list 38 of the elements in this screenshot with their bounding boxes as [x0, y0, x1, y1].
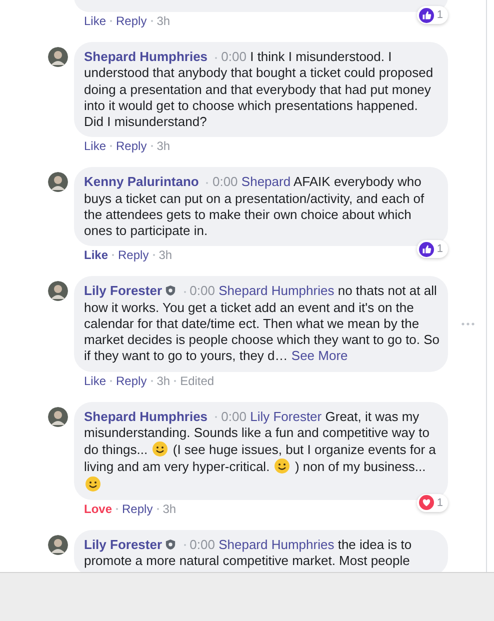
- thumbs-up-icon: [418, 8, 434, 22]
- author-link[interactable]: Shepard Humphries: [84, 408, 208, 424]
- reply-link[interactable]: Reply: [116, 139, 147, 154]
- comment-text: Lily Forester 0:00 Shepard Humphries no thats not at all how it works. You get a ticket add an event and it's on the calendar for that date/time ect. Then what we mean by the market decides is people choose which they want to go to. So if they want to go to yours, they d… See More: [84, 283, 440, 364]
- comment-text: Shepard Humphries 0:00 Lily Forester Great, it was my misunderstanding. Sounds like a fun and competitive way to do things... (I see huge issues, but I organize events for a living and am very hyper-critical. ) non of my business...: [84, 408, 440, 493]
- mention-link[interactable]: Shepard: [241, 174, 291, 190]
- comment-text: Lily Forester 0:00 Shepard Humphries the idea is to promote a more natural competitive market. Most people: [84, 536, 413, 570]
- reaction-count: 1: [436, 496, 443, 509]
- smiley-icon: [85, 476, 101, 492]
- like-link[interactable]: Like: [84, 374, 106, 388]
- avatar[interactable]: [48, 172, 68, 192]
- avatar[interactable]: [48, 534, 68, 555]
- comment-text: Kenny Palurintano 0:00 Shepard AFAIK everybody who buys a ticket can put on a presentation/activity, and each of the attendees gets to make their own choice about which ones to participate in.: [84, 174, 426, 240]
- reaction-count: 1: [436, 243, 443, 256]
- like-link[interactable]: Like: [84, 139, 106, 154]
- mention-link[interactable]: Shepard Humphries: [218, 283, 334, 298]
- mention-link[interactable]: Shepard Humphries: [218, 536, 334, 552]
- reaction-count: 1: [436, 9, 443, 21]
- author-link[interactable]: Shepard Humphries: [84, 49, 208, 64]
- thumbs-up-icon: [418, 242, 434, 257]
- like-link[interactable]: Like: [84, 248, 108, 262]
- author-link[interactable]: Kenny Palurintano: [84, 174, 199, 190]
- author-link[interactable]: Lily Forester: [84, 283, 162, 298]
- mention-link[interactable]: Lily Forester: [250, 408, 322, 424]
- like-link[interactable]: Love: [84, 502, 112, 516]
- author-link[interactable]: Lily Forester: [84, 536, 162, 552]
- comment-text: Shepard Humphries 0:00 I think I misunderstood. I understood that anybody that bought a ticket could proposed doing a presentation and that everybody that had put money into it would get to choose which presentations happened. Did I misunderstand?: [84, 49, 434, 130]
- like-link[interactable]: Like: [84, 14, 106, 28]
- avatar[interactable]: [48, 406, 68, 426]
- reply-link[interactable]: Reply: [118, 248, 149, 262]
- reply-link[interactable]: Reply: [116, 14, 147, 28]
- avatar[interactable]: [48, 47, 68, 67]
- avatar[interactable]: [48, 281, 68, 302]
- smiley-icon: [274, 458, 290, 474]
- reply-link[interactable]: Reply: [116, 374, 147, 388]
- see-more-link[interactable]: See More: [291, 348, 348, 364]
- smiley-icon: [152, 441, 168, 457]
- reply-link[interactable]: Reply: [122, 502, 153, 516]
